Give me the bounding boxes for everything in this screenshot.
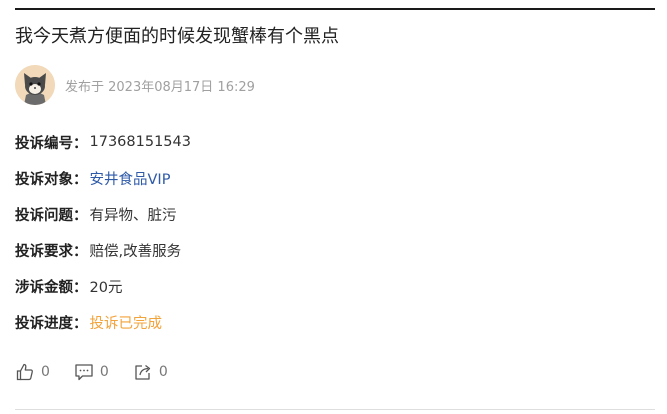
thumbs-up-icon [16, 363, 33, 381]
detail-row-number: 投诉编号： 17368151543 [15, 124, 191, 160]
complaint-details: 投诉编号： 17368151543 投诉对象： 安井食品VIP 投诉问题： 有异… [15, 124, 191, 340]
detail-row-progress: 投诉进度： 投诉已完成 [15, 304, 191, 340]
complaint-target-link[interactable]: 安井食品VIP [90, 168, 171, 189]
share-icon [135, 364, 150, 380]
comment-count: 0 [99, 364, 109, 380]
like-count: 0 [41, 364, 50, 380]
progress-status: 投诉已完成 [89, 315, 163, 332]
detail-label: 投诉要求： [15, 243, 88, 260]
cat-avatar-icon [15, 65, 55, 105]
share-count: 0 [158, 364, 168, 380]
detail-label: 投诉对象： [15, 171, 88, 188]
share-button[interactable]: 0 [133, 362, 168, 382]
comment-icon [75, 364, 93, 381]
detail-label: 涉诉金额： [15, 279, 88, 296]
detail-row-amount: 涉诉金额： 20元 [15, 268, 191, 304]
detail-label: 投诉编号： [15, 135, 88, 152]
like-button[interactable]: 0 [15, 362, 50, 382]
detail-value: 有异物、脏污 [89, 207, 177, 224]
comment-button[interactable]: 0 [74, 362, 109, 382]
post-title: 我今天煮方便面的时候发现蟹棒有个黑点 [15, 26, 339, 47]
detail-value: 20元 [89, 279, 123, 296]
detail-row-target: 投诉对象： 安井食品VIP [15, 160, 191, 196]
detail-value: 17368151543 [89, 134, 191, 150]
publish-time: 发布于 2023年08月17日 16:29 [65, 79, 255, 95]
detail-label: 投诉进度： [15, 315, 88, 332]
detail-value: 赔偿,改善服务 [89, 243, 182, 260]
action-bar: 0 0 0 [15, 362, 192, 382]
top-divider [15, 8, 655, 10]
author-row: 发布于 2023年08月17日 16:29 [15, 64, 255, 106]
detail-label: 投诉问题： [15, 207, 88, 224]
bottom-divider [15, 409, 655, 410]
detail-row-issue: 投诉问题： 有异物、脏污 [15, 196, 191, 232]
user-avatar[interactable] [15, 65, 55, 105]
detail-row-request: 投诉要求： 赔偿,改善服务 [15, 232, 191, 268]
